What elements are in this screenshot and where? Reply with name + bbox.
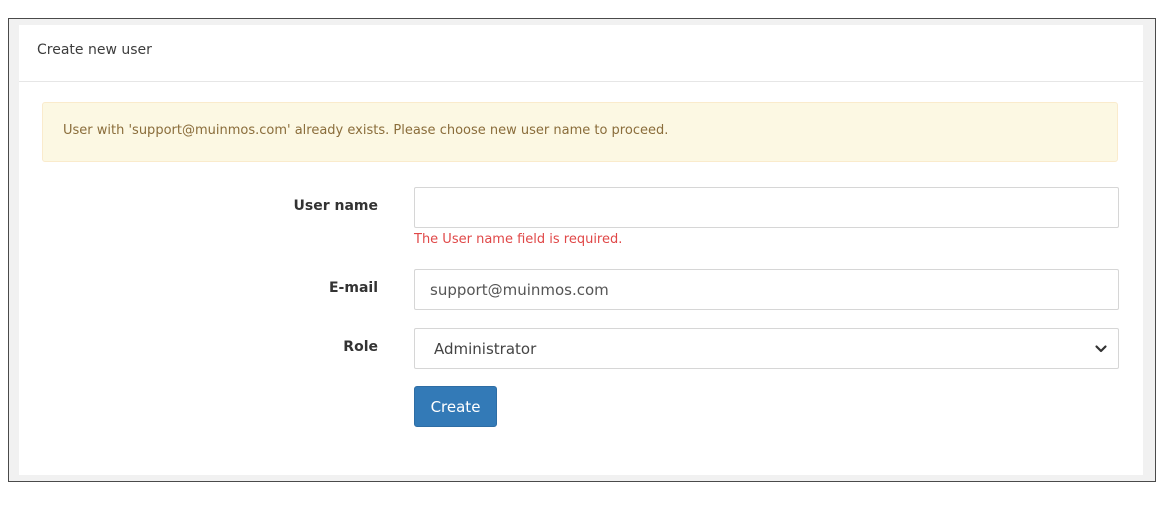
create-button[interactable]: Create [414, 386, 497, 427]
username-input[interactable] [414, 187, 1119, 228]
panel-title: Create new user [37, 42, 152, 58]
email-label: E-mail [328, 280, 378, 296]
role-selected-value: Administrator [434, 340, 537, 358]
chevron-down-icon [1095, 345, 1107, 353]
username-error: The User name field is required. [414, 232, 623, 247]
email-input[interactable] [414, 269, 1119, 310]
role-label: Role [343, 339, 378, 355]
panel-heading: Create new user [19, 25, 1143, 82]
warning-alert: User with 'support@muinmos.com' already … [42, 102, 1118, 162]
alert-message: User with 'support@muinmos.com' already … [63, 123, 669, 138]
role-select[interactable]: Administrator [414, 328, 1119, 369]
username-label: User name [293, 198, 378, 214]
create-user-panel: Create new user User with 'support@muinm… [19, 25, 1143, 475]
window-frame: Create new user User with 'support@muinm… [8, 18, 1156, 482]
